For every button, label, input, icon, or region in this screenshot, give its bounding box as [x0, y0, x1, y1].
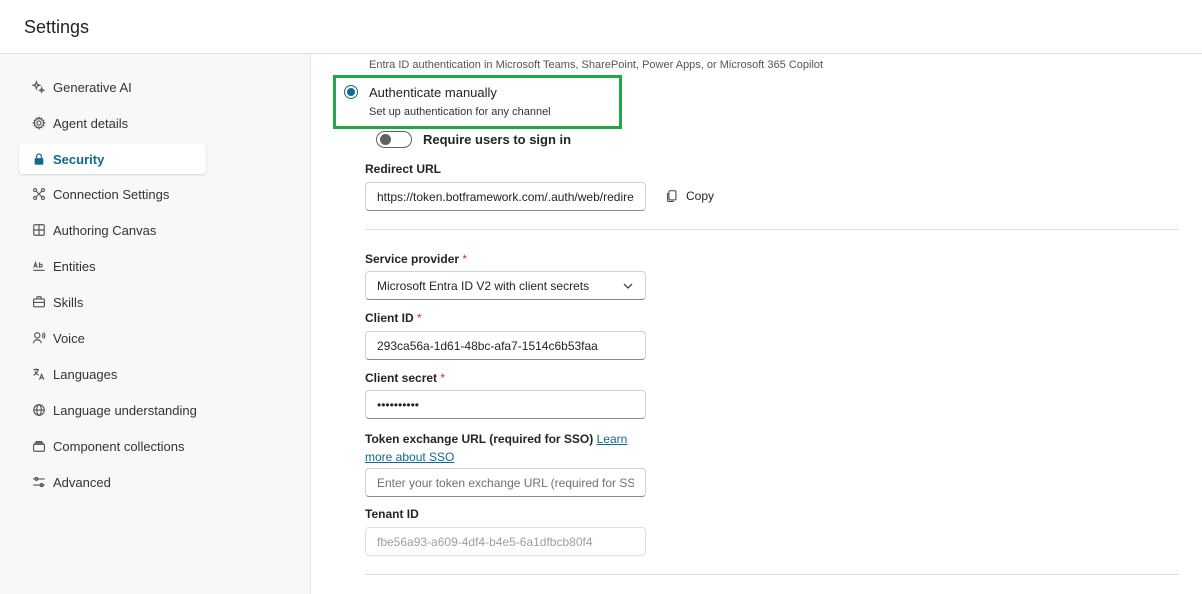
token-exchange-label-text: Token exchange URL (required for SSO): [365, 432, 594, 446]
lock-icon: [31, 151, 47, 167]
header-bar: Settings: [0, 0, 1202, 54]
token-exchange-url-field[interactable]: [365, 468, 646, 497]
chevron-down-icon: [622, 280, 634, 292]
sidebar-item-language-understanding[interactable]: Language understanding: [19, 395, 206, 425]
sidebar-item-label: Connection Settings: [53, 186, 170, 202]
collection-icon: [31, 438, 47, 454]
redirect-url-label: Redirect URL: [365, 162, 442, 176]
token-exchange-label: Token exchange URL (required for SSO) Le…: [365, 430, 635, 466]
authenticate-manually-label[interactable]: Authenticate manually: [369, 85, 497, 100]
authenticate-manually-description: Set up authentication for any channel: [369, 106, 551, 118]
sidebar-item-generative-ai[interactable]: Generative AI: [19, 72, 206, 102]
sidebar-item-agent-details[interactable]: Agent details: [19, 108, 206, 138]
sparkle-icon: [31, 79, 47, 95]
highlight-frame: [333, 75, 622, 129]
briefcase-icon: [31, 294, 47, 310]
service-provider-dropdown[interactable]: Microsoft Entra ID V2 with client secret…: [365, 271, 646, 300]
copy-label: Copy: [686, 189, 715, 203]
sidebar-item-entities[interactable]: Entities: [19, 251, 206, 281]
required-mark: *: [462, 252, 468, 266]
sidebar-item-component-collections[interactable]: Component collections: [19, 431, 206, 461]
authenticate-manually-radio[interactable]: [344, 85, 358, 99]
require-signin-toggle[interactable]: [376, 131, 412, 148]
sidebar-item-label: Entities: [53, 258, 96, 274]
sidebar-item-authoring-canvas[interactable]: Authoring Canvas: [19, 215, 206, 245]
redirect-url-field[interactable]: [365, 182, 646, 211]
section-divider-bottom: [365, 574, 1179, 575]
sidebar-item-label: Component collections: [53, 438, 185, 454]
client-id-field[interactable]: [365, 331, 646, 360]
globe-icon: [31, 402, 47, 418]
sidebar-item-label: Security: [53, 151, 105, 167]
sidebar-item-languages[interactable]: Languages: [19, 359, 206, 389]
sidebar-item-label: Languages: [53, 366, 118, 382]
teams-auth-description: Entra ID authentication in Microsoft Tea…: [369, 59, 824, 71]
sidebar-item-voice[interactable]: Voice: [19, 323, 206, 353]
sidebar-item-label: Generative AI: [53, 79, 132, 95]
voice-icon: [31, 330, 47, 346]
tenant-id-field: [365, 527, 646, 556]
copy-button[interactable]: Copy: [665, 186, 714, 206]
service-provider-label: Service provider *: [365, 252, 467, 266]
client-secret-field[interactable]: [365, 390, 646, 419]
text-ab-icon: [31, 258, 47, 274]
require-signin-label: Require users to sign in: [423, 132, 572, 147]
tenant-id-label: Tenant ID: [365, 507, 419, 521]
sidebar-item-label: Authoring Canvas: [53, 222, 157, 238]
page-title: Settings: [24, 17, 90, 37]
security-settings-panel: Entra ID authentication in Microsoft Tea…: [312, 54, 1202, 594]
required-mark: *: [417, 311, 422, 325]
connection-icon: [31, 186, 47, 202]
client-id-label: Client ID *: [365, 311, 422, 325]
sidebar-item-skills[interactable]: Skills: [19, 287, 206, 317]
service-provider-label-text: Service provider: [365, 252, 460, 266]
settings-sidebar: Generative AI Agent details Security Con…: [0, 54, 311, 594]
sidebar-item-security[interactable]: Security: [19, 144, 206, 174]
section-divider: [365, 229, 1179, 230]
gear-icon: [31, 115, 47, 131]
sliders-icon: [31, 474, 47, 490]
client-secret-label-text: Client secret: [365, 371, 438, 385]
sidebar-item-label: Language understanding: [53, 402, 197, 418]
grid-icon: [31, 222, 47, 238]
sidebar-item-connection-settings[interactable]: Connection Settings: [19, 179, 206, 209]
sidebar-item-advanced[interactable]: Advanced: [19, 467, 206, 497]
translate-icon: [31, 366, 47, 382]
sidebar-item-label: Agent details: [53, 115, 129, 131]
client-id-label-text: Client ID: [365, 311, 414, 325]
sidebar-item-label: Voice: [53, 330, 85, 346]
required-mark: *: [440, 371, 446, 385]
client-secret-label: Client secret *: [365, 371, 445, 385]
sidebar-item-label: Skills: [53, 294, 84, 310]
service-provider-value: Microsoft Entra ID V2 with client secret…: [377, 278, 590, 293]
copy-icon: [667, 190, 677, 203]
sidebar-item-label: Advanced: [53, 474, 111, 490]
